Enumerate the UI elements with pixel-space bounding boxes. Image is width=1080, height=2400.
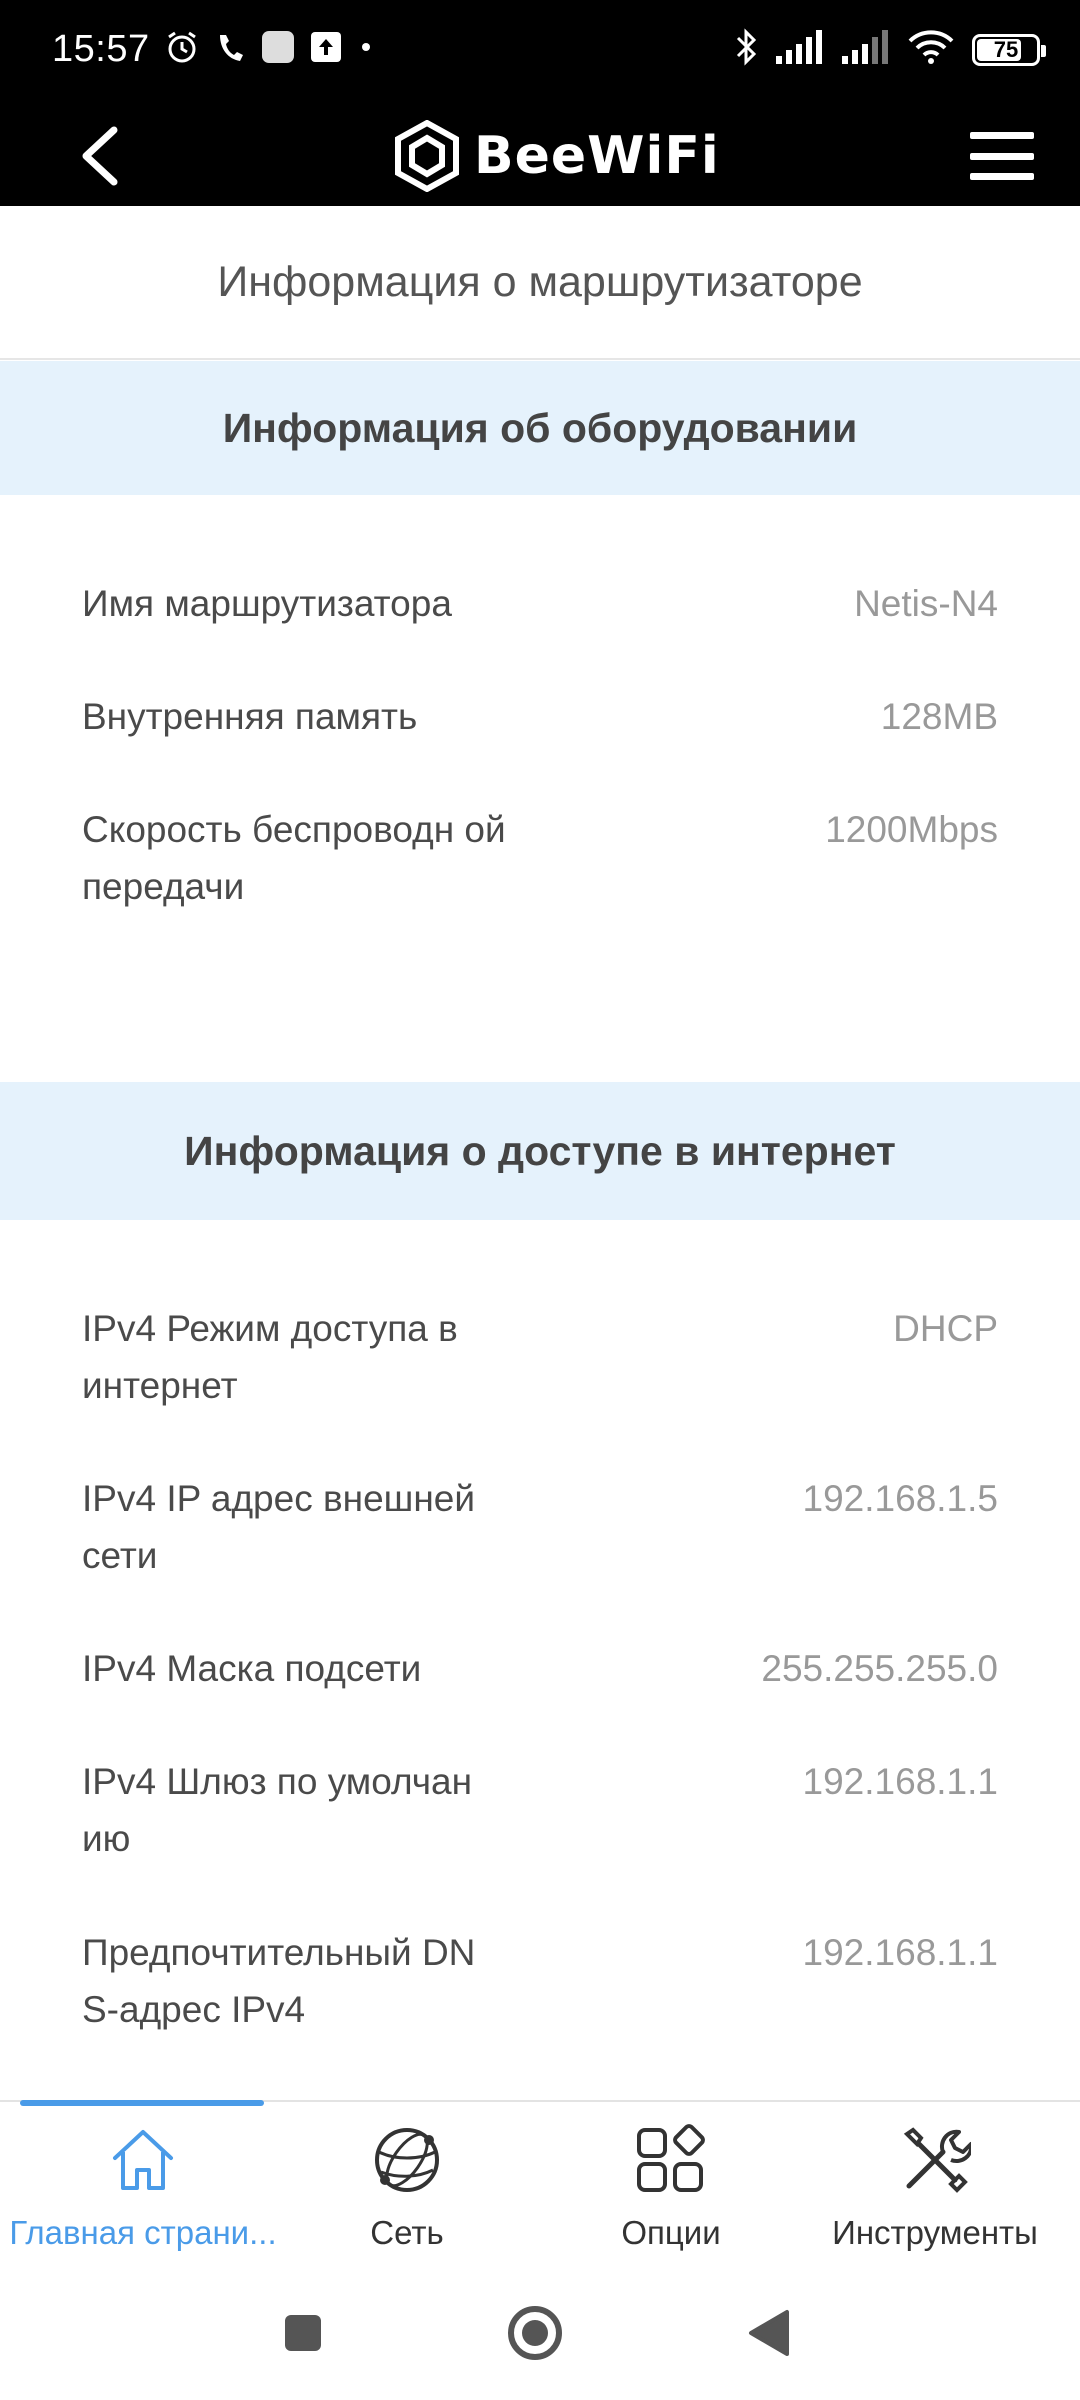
logo-text: BeeWiFi <box>474 126 720 186</box>
nav-tab-options[interactable]: Опции <box>536 2120 806 2260</box>
nav-tab-home[interactable]: Главная страни... <box>8 2120 278 2260</box>
info-value: 1200Mbps <box>825 809 998 850</box>
bottom-navigation: Главная страни... Сеть Опции Инструменты <box>0 2100 1080 2270</box>
home-system-button[interactable] <box>500 2298 570 2368</box>
info-label: IPv4 Шлюз по умолчан ию <box>82 1761 473 1859</box>
network-globe-icon <box>367 2120 447 2200</box>
internet-section-title: Информация о доступе в интернет <box>184 1127 896 1174</box>
info-value: 192.168.1.1 <box>802 1932 998 1973</box>
recent-apps-button[interactable] <box>268 2298 338 2368</box>
page-title: Информация о маршрутизаторе <box>217 257 863 306</box>
info-label: Предпочтительный DN S-адрес IPv4 <box>82 1932 476 2030</box>
internet-section-header: Информация о доступе в интернет <box>0 1082 1080 1220</box>
signal-icon <box>776 30 824 69</box>
info-value: 192.168.1.1 <box>802 1761 998 1802</box>
info-row-internal-memory: Внутренняя память 128MB <box>82 688 998 745</box>
menu-icon-line <box>970 132 1034 139</box>
more-notifications-dot <box>356 37 376 62</box>
back-button[interactable] <box>64 120 136 192</box>
tools-icon <box>895 2120 975 2200</box>
alarm-icon <box>164 29 200 70</box>
menu-icon-line <box>970 173 1034 180</box>
nav-label: Инструменты <box>832 2214 1038 2251</box>
info-row-preferred-dns: Предпочтительный DN S-адрес IPv4 192.168… <box>82 1924 998 2038</box>
nav-label: Сеть <box>370 2214 444 2251</box>
bluetooth-icon <box>734 28 758 71</box>
info-value: DHCP <box>893 1308 998 1349</box>
info-value: 128MB <box>880 696 998 737</box>
info-value: Netis-N4 <box>854 583 998 624</box>
square-icon <box>285 2315 321 2351</box>
nav-tab-network[interactable]: Сеть <box>272 2120 542 2260</box>
app-logo: BeeWiFi <box>394 106 720 206</box>
info-label: IPv4 IP адрес внешней сети <box>82 1478 476 1576</box>
signal-icon-secondary <box>842 30 890 69</box>
status-time: 15:57 <box>52 28 150 70</box>
status-bar: 15:57 75 <box>0 0 1080 106</box>
info-value: 255.255.255.0 <box>761 1648 998 1689</box>
hardware-section-title: Информация об оборудовании <box>222 404 858 451</box>
nav-label: Главная страни... <box>9 2214 277 2251</box>
menu-button[interactable] <box>964 126 1040 186</box>
info-row-router-name: Имя маршрутизатора Netis-N4 <box>82 575 998 632</box>
info-value: 192.168.1.5 <box>802 1478 998 1519</box>
options-grid-icon <box>631 2120 711 2200</box>
info-label: Скорость беспроводн ой передачи <box>82 809 506 907</box>
info-label: IPv4 Маска подсети <box>82 1648 422 1689</box>
upload-icon <box>310 31 342 68</box>
info-row-default-gateway: IPv4 Шлюз по умолчан ию 192.168.1.1 <box>82 1753 998 1867</box>
battery-icon: 75 <box>972 33 1046 66</box>
info-label: Внутренняя память <box>82 696 418 737</box>
hardware-section-header: Информация об оборудовании <box>0 361 1080 495</box>
menu-icon-line <box>970 152 1034 160</box>
system-navigation-bar <box>0 2270 1080 2400</box>
wifi-icon <box>908 29 954 70</box>
beewifi-logo-icon <box>395 120 459 192</box>
battery-level: 75 <box>993 36 1019 62</box>
active-tab-indicator <box>20 2100 264 2106</box>
back-system-button[interactable] <box>734 2298 804 2368</box>
nav-label: Опции <box>621 2214 721 2251</box>
nav-tab-tools[interactable]: Инструменты <box>800 2120 1070 2260</box>
home-icon <box>103 2120 183 2200</box>
info-label: IPv4 Режим доступа в интернет <box>82 1308 458 1406</box>
circle-icon <box>508 2306 562 2360</box>
info-label: Имя маршрутизатора <box>82 583 452 624</box>
app-bar: BeeWiFi <box>0 106 1080 206</box>
app-notification-icon <box>260 29 296 70</box>
info-row-wireless-speed: Скорость беспроводн ой передачи 1200Mbps <box>82 801 998 915</box>
info-row-subnet-mask: IPv4 Маска подсети 255.255.255.0 <box>82 1640 998 1697</box>
chevron-left-icon <box>82 126 118 186</box>
info-row-access-mode: IPv4 Режим доступа в интернет DHCP <box>82 1300 998 1414</box>
wifi-call-icon <box>214 29 246 70</box>
triangle-back-icon <box>749 2310 789 2356</box>
info-row-wan-ip: IPv4 IP адрес внешней сети 192.168.1.5 <box>82 1470 998 1584</box>
page-header: Информация о маршрутизаторе <box>0 206 1080 360</box>
